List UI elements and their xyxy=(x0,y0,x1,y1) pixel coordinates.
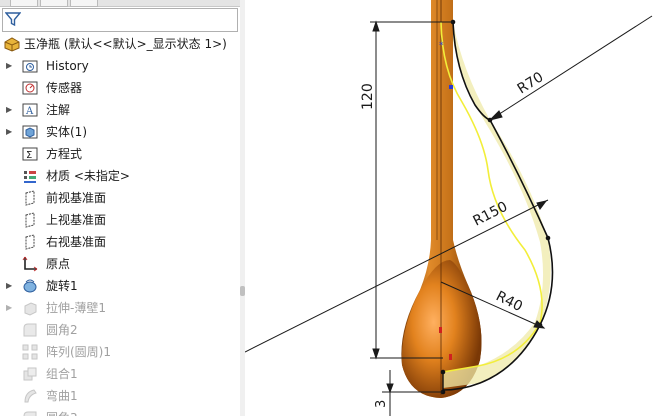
plane-icon xyxy=(22,212,38,228)
tree-item-label: 上视基准面 xyxy=(46,213,107,227)
tree-item[interactable]: Σ 方程式 xyxy=(0,143,240,165)
model-canvas: * 120 3 R70 R150 R40 xyxy=(244,0,653,416)
combine-icon xyxy=(22,366,38,382)
tree-item-label: 前视基准面 xyxy=(46,191,107,205)
tree-item-label: History xyxy=(46,59,89,73)
dimension-r70-text[interactable]: R70 xyxy=(515,69,547,97)
dimension-r150-text[interactable]: R150 xyxy=(471,199,511,230)
tree-item-label: 组合1 xyxy=(46,367,78,381)
tree-tab-strip xyxy=(0,0,240,7)
tree-item-label: 材质 <未指定> xyxy=(46,169,130,183)
fillet-icon xyxy=(22,322,38,338)
graphics-viewport[interactable]: * 120 3 R70 R150 R40 xyxy=(244,0,658,416)
tree-item[interactable]: 材质 <未指定> xyxy=(0,165,240,187)
tree-filter-input[interactable] xyxy=(2,8,238,32)
tree-item-label: 圆角2 xyxy=(46,323,78,337)
tree-item[interactable]: 圆角3 xyxy=(0,407,240,416)
expand-arrow-icon[interactable]: ▶ xyxy=(6,99,12,121)
part-icon xyxy=(3,36,20,52)
material-icon xyxy=(22,168,38,184)
tree-item[interactable]: 组合1 xyxy=(0,363,240,385)
fillet-icon xyxy=(22,410,38,416)
tree-item-label: 旋转1 xyxy=(46,279,78,293)
tree-item[interactable]: 圆角2 xyxy=(0,319,240,341)
expand-arrow-icon[interactable]: ▶ xyxy=(6,297,12,319)
pattern-icon xyxy=(22,344,38,360)
tree-item-label: 原点 xyxy=(46,257,71,271)
feature-manager-tree: 玉净瓶 (默认<<默认>_显示状态 1>) ▶ History 传感器 ▶ A 注解 ▶ 实体… xyxy=(0,0,241,416)
tree-root-part[interactable]: 玉净瓶 (默认<<默认>_显示状态 1>) xyxy=(0,33,240,55)
flex-icon xyxy=(22,388,38,404)
tree-item[interactable]: 阵列(圆周)1 xyxy=(0,341,240,363)
dimension-r150[interactable] xyxy=(244,199,549,353)
tree-item[interactable]: 前视基准面 xyxy=(0,187,240,209)
tab-property-manager[interactable] xyxy=(40,0,68,7)
svg-text:*: * xyxy=(439,41,444,51)
revolved-body[interactable] xyxy=(401,0,482,398)
dimension-3-text[interactable]: 3 xyxy=(374,400,389,408)
revolve-icon xyxy=(22,278,38,294)
filter-icon[interactable] xyxy=(5,11,21,27)
tree-item[interactable]: ▶ A 注解 xyxy=(0,99,240,121)
tab-configuration-manager[interactable] xyxy=(70,0,98,7)
sensor-icon xyxy=(22,80,38,96)
tree-item[interactable]: 右视基准面 xyxy=(0,231,240,253)
tree-item[interactable]: ▶ 实体(1) xyxy=(0,121,240,143)
tree-item[interactable]: 原点 xyxy=(0,253,240,275)
annotation-icon: A xyxy=(22,102,38,118)
tree-item-label: 注解 xyxy=(46,103,71,117)
origin-icon xyxy=(22,256,38,272)
tree-item-label: 阵列(圆周)1 xyxy=(46,345,111,359)
plane-icon xyxy=(22,190,38,206)
svg-text:A: A xyxy=(25,106,34,117)
tree-item[interactable]: ▶ 旋转1 xyxy=(0,275,240,297)
tree-item[interactable]: ▶ History xyxy=(0,55,240,77)
tree-item-label: 方程式 xyxy=(46,147,83,161)
tree-item-label: 实体(1) xyxy=(46,125,87,139)
dimension-r70[interactable] xyxy=(488,15,653,121)
expand-arrow-icon[interactable]: ▶ xyxy=(6,121,12,143)
expand-arrow-icon[interactable]: ▶ xyxy=(6,275,12,297)
tree-item-label: 弯曲1 xyxy=(46,389,78,403)
equation-icon: Σ xyxy=(22,146,38,162)
tree-item[interactable]: 传感器 xyxy=(0,77,240,99)
tree-item[interactable]: 上视基准面 xyxy=(0,209,240,231)
expand-arrow-icon[interactable]: ▶ xyxy=(6,55,12,77)
extrude-icon xyxy=(22,300,38,316)
tree-root-label: 玉净瓶 (默认<<默认>_显示状态 1>) xyxy=(24,37,227,51)
dimension-120-text[interactable]: 120 xyxy=(360,83,376,110)
dimension-r40-text[interactable]: R40 xyxy=(493,288,525,315)
tab-feature-manager[interactable] xyxy=(10,0,38,7)
plane-icon xyxy=(22,234,38,250)
tree-item[interactable]: 弯曲1 xyxy=(0,385,240,407)
tree-item-label: 传感器 xyxy=(46,81,83,95)
solid-body-icon xyxy=(22,124,38,140)
svg-text:Σ: Σ xyxy=(26,150,32,161)
tree-item-label: 右视基准面 xyxy=(46,235,107,249)
tree-item[interactable]: ▶ 拉伸-薄壁1 xyxy=(0,297,240,319)
tree-item-label: 圆角3 xyxy=(46,407,78,416)
tree-item-label: 拉伸-薄壁1 xyxy=(46,301,106,315)
history-icon xyxy=(22,58,38,74)
